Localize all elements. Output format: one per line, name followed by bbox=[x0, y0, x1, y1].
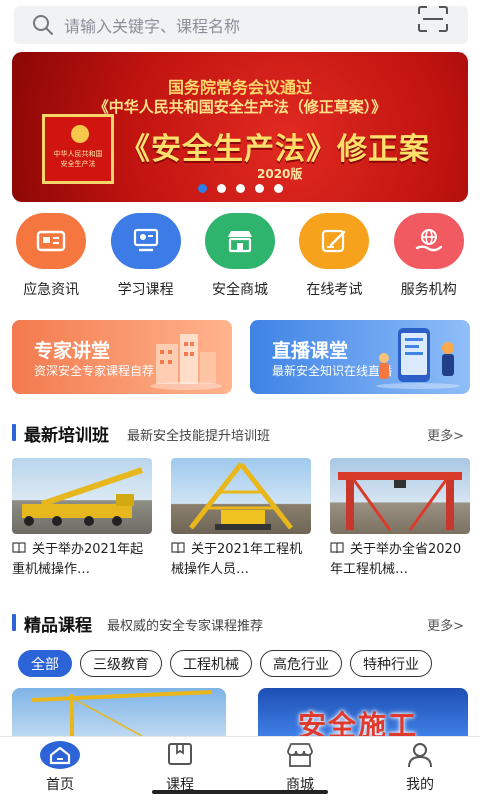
book-icon bbox=[330, 541, 344, 554]
training-title-text: 关于举办2021年起重机械操作… bbox=[12, 542, 144, 577]
quicknav-label: 服务机构 bbox=[400, 282, 457, 298]
excavator-image bbox=[171, 458, 311, 534]
tab-label: 我的 bbox=[406, 777, 434, 793]
section-title: 精品课程 bbox=[24, 616, 92, 636]
promo-title: 直播课堂 bbox=[272, 340, 349, 362]
quicknav-service-agency[interactable]: 服务机构 bbox=[383, 213, 475, 303]
store-icon bbox=[204, 213, 275, 269]
service-icon bbox=[393, 213, 464, 269]
training-title: 关于举办2021年起重机械操作… bbox=[12, 540, 152, 580]
course-thumbnail-text: 安全施工 bbox=[298, 709, 419, 736]
tab-home[interactable]: 首页 bbox=[0, 737, 120, 800]
banner-version: 2020版 bbox=[257, 167, 303, 181]
quicknav-label: 应急资讯 bbox=[23, 282, 80, 298]
banner-headline: 《安全生产法》修正案 bbox=[120, 132, 430, 167]
promo-subtitle: 资深安全专家课程自荐 bbox=[34, 364, 155, 378]
user-icon bbox=[400, 741, 440, 769]
classroom-icon bbox=[110, 213, 181, 269]
tab-profile[interactable]: 我的 bbox=[360, 737, 480, 800]
course-thumbnail[interactable]: 安全施工 bbox=[258, 688, 468, 736]
news-icon bbox=[16, 213, 87, 269]
section-subtitle: 最新安全技能提升培训班 bbox=[127, 429, 271, 444]
book-title-line1: 中华人民共和国 bbox=[53, 150, 103, 158]
book-icon bbox=[160, 741, 200, 769]
courses-section-header: 精品课程 最权威的安全专家课程推荐 更多> bbox=[0, 608, 480, 636]
search-input[interactable]: 请输入关键字、课程名称 bbox=[14, 6, 468, 44]
tag-three-level-education[interactable]: 三级教育 bbox=[80, 650, 162, 677]
search-header: 请输入关键字、课程名称 bbox=[0, 0, 480, 50]
carousel-dots bbox=[12, 184, 468, 193]
training-card[interactable]: 关于举办2021年起重机械操作… bbox=[12, 458, 152, 580]
app-screen: 请输入关键字、课程名称 国务院常务会议通过 《中华人民共和国安全生产法（修正草案… bbox=[0, 0, 480, 800]
carousel-dot[interactable] bbox=[216, 184, 226, 193]
law-book-image: 中华人民共和国 安全生产法 bbox=[42, 114, 114, 184]
courses-more-link[interactable]: 更多> bbox=[427, 615, 464, 634]
expert-lecture-card[interactable]: 专家讲堂 资深安全专家课程自荐 bbox=[12, 320, 232, 394]
training-title: 关于举办全省2020年工程机械… bbox=[330, 540, 470, 580]
training-more-link[interactable]: 更多> bbox=[427, 425, 464, 444]
carousel-dot[interactable] bbox=[273, 184, 283, 193]
training-card[interactable]: 关于举办全省2020年工程机械… bbox=[330, 458, 470, 580]
buildings-illustration bbox=[150, 334, 222, 390]
carousel-dot[interactable] bbox=[235, 184, 245, 193]
tag-high-risk-industry[interactable]: 高危行业 bbox=[260, 650, 342, 677]
quicknav-label: 学习课程 bbox=[117, 282, 174, 298]
quick-nav: 应急资讯 学习课程 安全商城 在线考试 服务机构 bbox=[0, 213, 480, 303]
quicknav-emergency-news[interactable]: 应急资讯 bbox=[5, 213, 97, 303]
tag-engineering-machinery[interactable]: 工程机械 bbox=[170, 650, 252, 677]
training-card[interactable]: 关于2021年工程机械操作人员… bbox=[171, 458, 311, 580]
live-classroom-card[interactable]: 直播课堂 最新安全知识在线直播 bbox=[250, 320, 470, 394]
gantry-crane-image bbox=[330, 458, 470, 534]
training-title: 关于2021年工程机械操作人员… bbox=[171, 540, 311, 580]
section-title: 最新培训班 bbox=[24, 426, 109, 446]
training-title-text: 关于举办全省2020年工程机械… bbox=[330, 542, 462, 577]
promo-banner[interactable]: 国务院常务会议通过 《中华人民共和国安全生产法（修正草案）》 中华人民共和国 安… bbox=[12, 52, 468, 202]
carousel-dot[interactable] bbox=[254, 184, 264, 193]
quicknav-label: 安全商城 bbox=[211, 282, 268, 298]
quicknav-safety-store[interactable]: 安全商城 bbox=[194, 213, 286, 303]
crane-truck-image bbox=[12, 458, 152, 534]
search-icon bbox=[30, 12, 56, 38]
training-title-text: 关于2021年工程机械操作人员… bbox=[171, 542, 303, 577]
book-icon bbox=[171, 541, 185, 554]
section-accent-bar bbox=[12, 424, 16, 441]
phone-illustration bbox=[376, 328, 460, 389]
tab-label: 首页 bbox=[46, 777, 74, 793]
quicknav-online-exam[interactable]: 在线考试 bbox=[288, 213, 380, 303]
course-thumbnail[interactable] bbox=[12, 688, 226, 736]
tag-special-industry[interactable]: 特种行业 bbox=[350, 650, 432, 677]
tag-all[interactable]: 全部 bbox=[18, 650, 72, 677]
quicknav-study-courses[interactable]: 学习课程 bbox=[100, 213, 192, 303]
search-placeholder: 请输入关键字、课程名称 bbox=[64, 17, 241, 36]
promo-title: 专家讲堂 bbox=[34, 340, 111, 362]
section-accent-bar bbox=[12, 614, 16, 631]
carousel-dot[interactable] bbox=[197, 184, 207, 193]
banner-line1: 国务院常务会议通过 bbox=[167, 78, 312, 97]
scan-icon[interactable] bbox=[418, 6, 448, 32]
section-subtitle: 最权威的安全专家课程推荐 bbox=[107, 619, 264, 634]
book-title-line2: 安全生产法 bbox=[60, 160, 96, 168]
course-category-tags: 全部 三级教育 工程机械 高危行业 特种行业 bbox=[0, 650, 480, 678]
quicknav-label: 在线考试 bbox=[306, 282, 363, 298]
shop-icon bbox=[280, 741, 320, 769]
exam-icon bbox=[299, 213, 370, 269]
training-section-header: 最新培训班 最新安全技能提升培训班 更多> bbox=[0, 418, 480, 446]
home-indicator bbox=[152, 790, 328, 794]
book-icon bbox=[12, 541, 26, 554]
home-icon bbox=[40, 741, 80, 769]
emblem-icon bbox=[71, 125, 89, 143]
